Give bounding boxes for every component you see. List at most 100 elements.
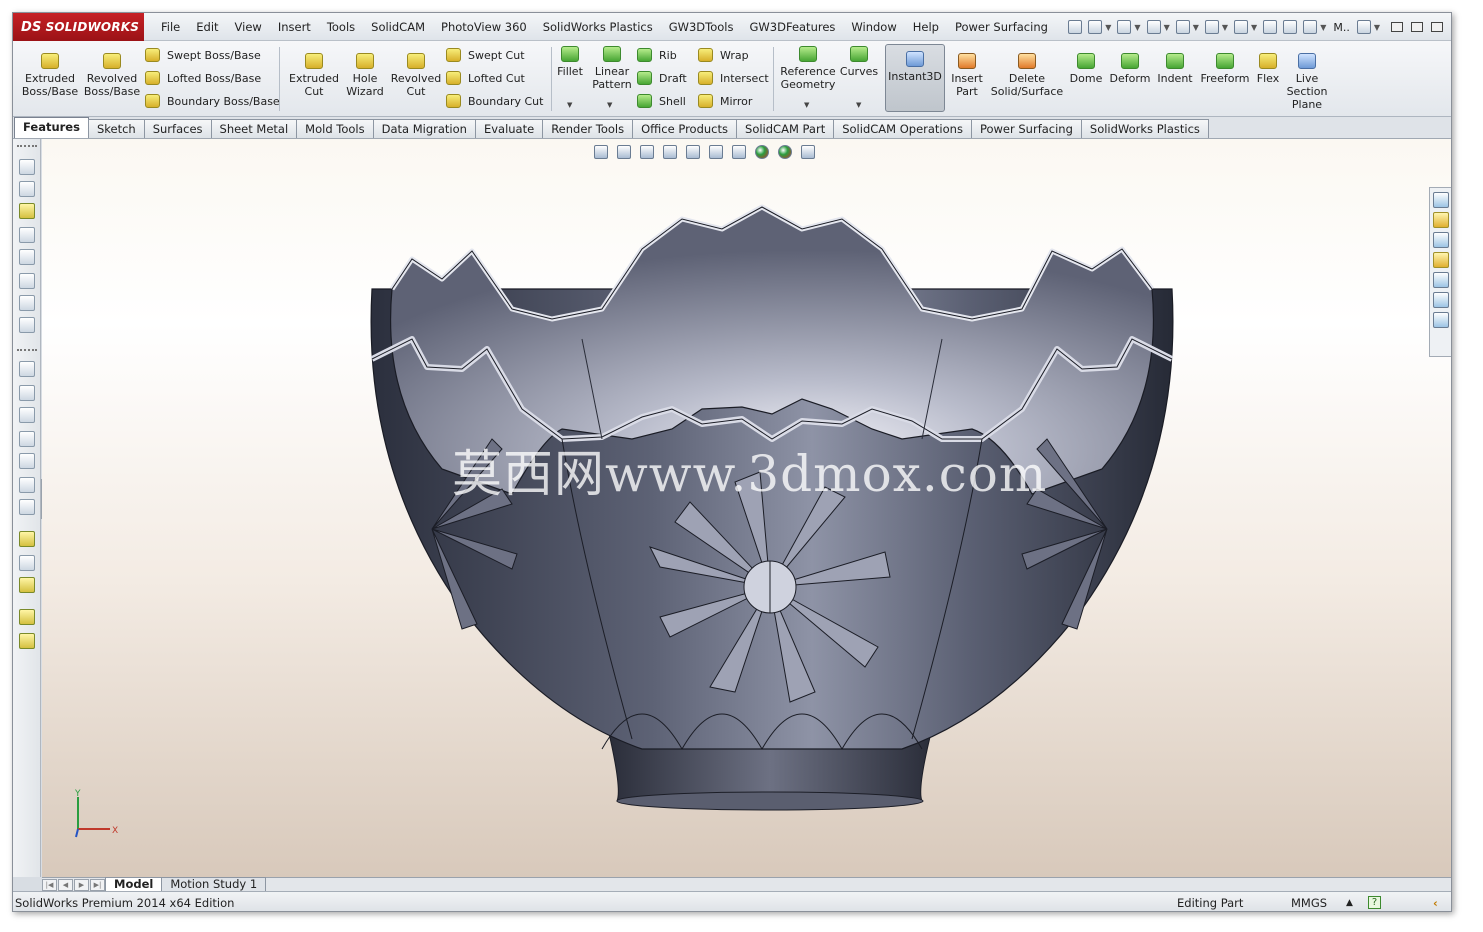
undo-icon[interactable]: [1204, 20, 1219, 34]
rebuild-icon[interactable]: [1263, 20, 1278, 34]
move-copy-icon[interactable]: [19, 577, 35, 593]
status-units[interactable]: MMGS: [1291, 892, 1327, 911]
wrap-button[interactable]: Wrap: [698, 48, 749, 62]
status-expand-icon[interactable]: ‹: [1433, 892, 1438, 911]
save-dropdown-icon[interactable]: ▼: [1164, 23, 1170, 32]
menu-tools[interactable]: Tools: [319, 13, 363, 41]
reference-geometry-dropdown-icon[interactable]: ▼: [804, 101, 809, 109]
tab-office-products[interactable]: Office Products: [632, 119, 738, 138]
tab-model[interactable]: Model: [105, 877, 163, 891]
tab-sketch[interactable]: Sketch: [87, 119, 145, 138]
lofted-boss-button[interactable]: Lofted Boss/Base: [145, 71, 261, 85]
freeform-button[interactable]: Freeform: [1197, 53, 1253, 85]
design-library-icon[interactable]: [1433, 212, 1449, 228]
view-right-icon[interactable]: [19, 431, 35, 447]
bowl-model[interactable]: [42, 139, 1452, 877]
options-dropdown-icon[interactable]: ▼: [1320, 23, 1326, 32]
linear-pattern-dropdown-icon[interactable]: ▼: [607, 101, 612, 109]
sketch-edit-icon[interactable]: [19, 531, 35, 547]
options-icon[interactable]: [1303, 20, 1318, 34]
toolbar-grip[interactable]: [17, 349, 37, 351]
tab-motion-study[interactable]: Motion Study 1: [161, 877, 267, 891]
custom-properties-icon[interactable]: [1433, 292, 1449, 308]
appearances-icon[interactable]: [1433, 272, 1449, 288]
intersect-button[interactable]: Intersect: [698, 71, 769, 85]
menu-window[interactable]: Window: [843, 13, 904, 41]
close-icon[interactable]: [1431, 22, 1443, 32]
solidworks-logo[interactable]: DS SOLIDWORKS: [13, 13, 144, 41]
curves-dropdown-icon[interactable]: ▼: [856, 101, 861, 109]
tab-evaluate[interactable]: Evaluate: [474, 119, 544, 138]
menu-solidcam[interactable]: SolidCAM: [363, 13, 433, 41]
tab-surfaces[interactable]: Surfaces: [143, 119, 212, 138]
split-icon[interactable]: [19, 633, 35, 649]
indent-button[interactable]: Indent: [1153, 53, 1197, 85]
units-chevron-up-icon[interactable]: ▲: [1346, 892, 1353, 911]
menu-power-surfacing[interactable]: Power Surfacing: [947, 13, 1056, 41]
swept-boss-button[interactable]: Swept Boss/Base: [145, 48, 261, 62]
pin-icon[interactable]: [1068, 20, 1083, 34]
instant3d-button[interactable]: Instant3D: [885, 44, 945, 112]
prev-tab-icon[interactable]: ◀: [58, 879, 73, 891]
next-tab-icon[interactable]: ▶: [74, 879, 89, 891]
boundary-boss-button[interactable]: Boundary Boss/Base: [145, 94, 280, 108]
fillet-dropdown-icon[interactable]: ▼: [567, 101, 572, 109]
search-commands-label[interactable]: M..: [1333, 21, 1349, 34]
deform-button[interactable]: Deform: [1107, 53, 1153, 85]
shell-button[interactable]: Shell: [637, 94, 686, 108]
hole-wizard-button[interactable]: Hole Wizard: [336, 53, 394, 98]
swept-cut-button[interactable]: Swept Cut: [446, 48, 525, 62]
last-tab-icon[interactable]: ▶|: [90, 879, 105, 891]
sketch-tool-icon[interactable]: [19, 159, 35, 175]
view-bottom-icon[interactable]: [19, 477, 35, 493]
extruded-cut-button[interactable]: Extruded Cut: [285, 53, 343, 98]
menu-photoview[interactable]: PhotoView 360: [433, 13, 535, 41]
linear-pattern-button[interactable]: Linear Pattern: [589, 46, 635, 91]
tab-sheet-metal[interactable]: Sheet Metal: [210, 119, 298, 138]
save-icon[interactable]: [1146, 20, 1161, 34]
sketch-pattern-icon[interactable]: [19, 317, 35, 333]
menu-gw3dtools[interactable]: GW3DTools: [661, 13, 742, 41]
revolved-boss-button[interactable]: Revolved Boss/Base: [83, 53, 141, 98]
reference-axis-icon[interactable]: [19, 555, 35, 571]
tab-data-migration[interactable]: Data Migration: [372, 119, 476, 138]
undo-dropdown-icon[interactable]: ▼: [1222, 23, 1228, 32]
dome-button[interactable]: Dome: [1065, 53, 1107, 85]
sketch-mirror-icon[interactable]: [19, 295, 35, 311]
first-tab-icon[interactable]: |◀: [42, 879, 57, 891]
new-file-dropdown-icon[interactable]: ▼: [1105, 23, 1111, 32]
mirror-button[interactable]: Mirror: [698, 94, 752, 108]
view-front-icon[interactable]: [19, 361, 35, 377]
view-back-icon[interactable]: [19, 385, 35, 401]
view-left-icon[interactable]: [19, 407, 35, 423]
tab-power-surfacing[interactable]: Power Surfacing: [970, 119, 1082, 138]
menu-gw3dfeatures[interactable]: GW3DFeatures: [742, 13, 844, 41]
forum-icon[interactable]: [1433, 312, 1449, 328]
fillet-button[interactable]: Fillet: [554, 46, 586, 78]
curves-button[interactable]: Curves: [839, 46, 879, 78]
live-section-plane-button[interactable]: Live Section Plane: [1283, 53, 1331, 111]
smart-dimension-icon[interactable]: [19, 181, 35, 197]
file-properties-icon[interactable]: [1283, 20, 1298, 34]
new-file-icon[interactable]: [1088, 20, 1103, 34]
menu-insert[interactable]: Insert: [270, 13, 319, 41]
tab-solidcam-operations[interactable]: SolidCAM Operations: [833, 119, 972, 138]
reference-geometry-button[interactable]: Reference Geometry: [777, 46, 839, 91]
tab-render-tools[interactable]: Render Tools: [542, 119, 634, 138]
menu-file[interactable]: File: [153, 13, 188, 41]
sketch-relations-icon[interactable]: [19, 227, 35, 243]
delete-solid-surface-button[interactable]: Delete Solid/Surface: [989, 53, 1065, 98]
revolved-cut-button[interactable]: Revolved Cut: [387, 53, 445, 98]
tab-features[interactable]: Features: [14, 117, 89, 138]
tab-solidworks-plastics[interactable]: SolidWorks Plastics: [1080, 119, 1209, 138]
open-icon[interactable]: [1117, 20, 1132, 34]
sketch-entity-icon[interactable]: [19, 203, 35, 219]
menu-edit[interactable]: Edit: [188, 13, 226, 41]
flex-button[interactable]: Flex: [1253, 53, 1283, 85]
view-top-icon[interactable]: [19, 453, 35, 469]
rib-button[interactable]: Rib: [637, 48, 677, 62]
open-dropdown-icon[interactable]: ▼: [1134, 23, 1140, 32]
file-explorer-icon[interactable]: [1433, 232, 1449, 248]
select-icon[interactable]: [1234, 20, 1249, 34]
draft-button[interactable]: Draft: [637, 71, 687, 85]
